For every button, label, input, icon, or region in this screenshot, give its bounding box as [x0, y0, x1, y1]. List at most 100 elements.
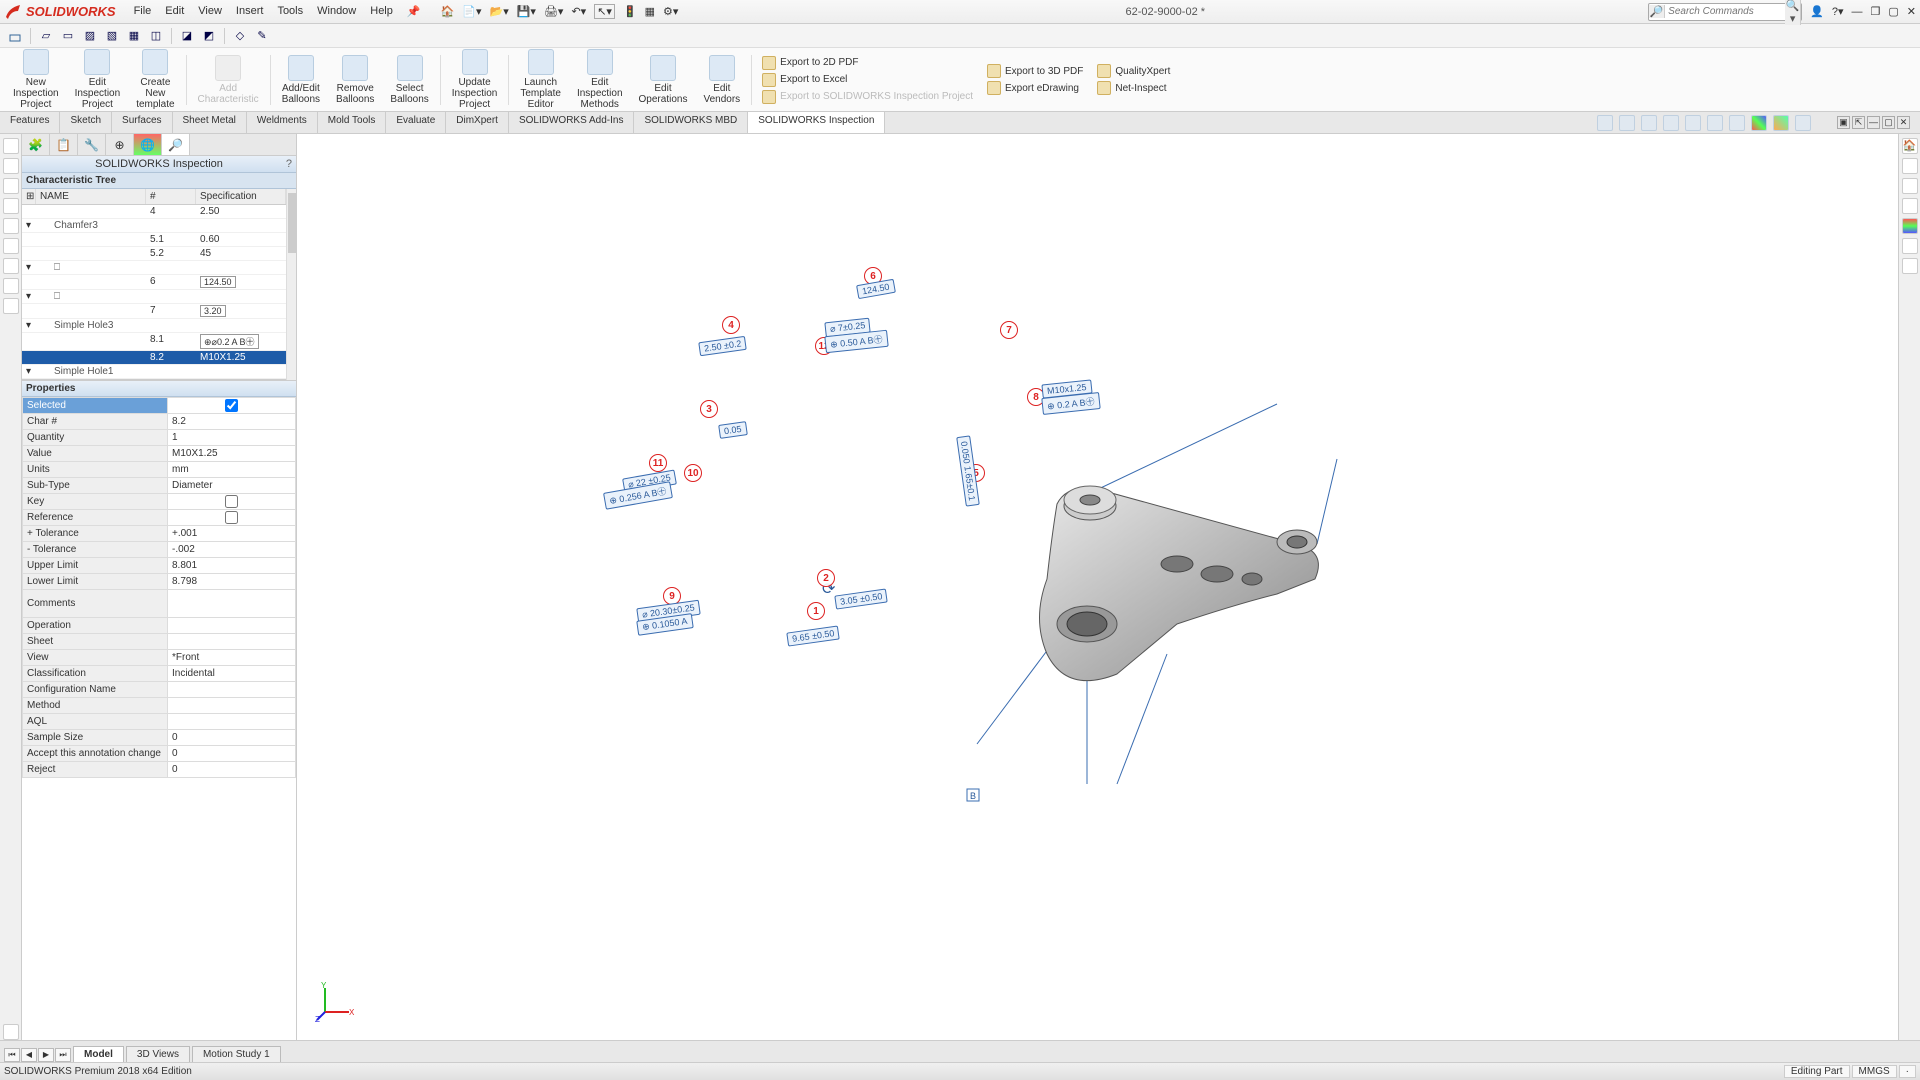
- feature-tab[interactable]: Surfaces: [112, 112, 172, 133]
- tree-row[interactable]: 6 124.50: [22, 275, 286, 290]
- select-icon[interactable]: ↖▾: [594, 4, 615, 19]
- property-value[interactable]: M10X1.25: [168, 446, 296, 462]
- ribbon-button[interactable]: RemoveBalloons: [329, 52, 381, 108]
- pin-icon[interactable]: 📌: [407, 5, 421, 18]
- col-name[interactable]: NAME: [36, 189, 146, 204]
- viewport-link-icon[interactable]: ⇱: [1852, 116, 1865, 129]
- zoom-area-icon[interactable]: [1619, 115, 1635, 131]
- tree-row[interactable]: 8.2 M10X1.25: [22, 351, 286, 365]
- property-value[interactable]: *Front: [168, 650, 296, 666]
- characteristic-tree[interactable]: ⊞ NAME # Specification 4 2.50 ▾ Chamfer3…: [22, 189, 286, 380]
- search-input[interactable]: [1665, 6, 1785, 17]
- tree-row[interactable]: 4 2.50: [22, 205, 286, 219]
- ribbon-link[interactable]: Export to Excel: [762, 73, 973, 87]
- maximize-icon[interactable]: ▢: [1888, 5, 1898, 18]
- ribbon-button[interactable]: SelectBalloons: [383, 52, 435, 108]
- feature-tab[interactable]: DimXpert: [446, 112, 509, 133]
- balloon[interactable]: 2: [817, 569, 835, 587]
- qtool-5[interactable]: ▧: [103, 27, 121, 45]
- ribbon-button[interactable]: CreateNewtemplate: [129, 46, 181, 113]
- section-icon[interactable]: [1663, 115, 1679, 131]
- leftrail-icon[interactable]: [3, 218, 19, 234]
- panel-tab[interactable]: 🧩: [22, 134, 50, 155]
- ribbon-link[interactable]: Export to 3D PDF: [987, 64, 1083, 78]
- feature-tab[interactable]: SOLIDWORKS MBD: [634, 112, 748, 133]
- menu-tools[interactable]: Tools: [277, 5, 303, 18]
- feature-tab[interactable]: Weldments: [247, 112, 318, 133]
- tree-row[interactable]: ▾ ⎕: [22, 261, 286, 275]
- leftrail-icon[interactable]: [3, 138, 19, 154]
- qtool-9[interactable]: ◩: [200, 27, 218, 45]
- col-spec[interactable]: Specification: [196, 189, 286, 204]
- qtool-10[interactable]: ◇: [231, 27, 249, 45]
- rightrail-icon[interactable]: 🏠: [1902, 138, 1918, 154]
- user-icon[interactable]: 👤: [1810, 5, 1824, 18]
- property-value[interactable]: [168, 398, 296, 414]
- rightrail-icon[interactable]: [1902, 238, 1918, 254]
- property-value[interactable]: mm: [168, 462, 296, 478]
- tree-row[interactable]: 8.1 ⊕⌀0.2 A B㊉: [22, 333, 286, 351]
- property-value[interactable]: [168, 698, 296, 714]
- tree-row[interactable]: ▾ Simple Hole3: [22, 319, 286, 333]
- menu-file[interactable]: File: [134, 5, 152, 18]
- search-commands[interactable]: 🔎 🔍▾: [1648, 3, 1802, 21]
- options-icon[interactable]: ▦: [645, 5, 655, 18]
- feature-tab[interactable]: SOLIDWORKS Inspection: [748, 112, 885, 133]
- col-num[interactable]: #: [146, 189, 196, 204]
- leftrail-icon[interactable]: [3, 238, 19, 254]
- leftrail-icon[interactable]: [3, 278, 19, 294]
- balloon[interactable]: 7: [1000, 321, 1018, 339]
- property-value[interactable]: 0: [168, 746, 296, 762]
- tab-model[interactable]: Model: [73, 1046, 124, 1062]
- ribbon-button[interactable]: EditInspectionMethods: [570, 46, 630, 113]
- balloon[interactable]: 11: [649, 454, 667, 472]
- prev-view-icon[interactable]: [1641, 115, 1657, 131]
- save-icon[interactable]: 💾▾: [517, 5, 536, 18]
- viewport[interactable]: B ⟳ 123456789101112124.502.50 ±0.2⌀ 7±0.…: [297, 134, 1898, 1040]
- render-icon[interactable]: [1795, 115, 1811, 131]
- property-value[interactable]: [168, 510, 296, 526]
- qtool-8[interactable]: ◪: [178, 27, 196, 45]
- property-checkbox[interactable]: [225, 511, 238, 524]
- rightrail-icon[interactable]: [1902, 218, 1918, 234]
- property-value[interactable]: -.002: [168, 542, 296, 558]
- tree-row[interactable]: ▾ ⎕: [22, 290, 286, 304]
- rightrail-icon[interactable]: [1902, 198, 1918, 214]
- feature-tab[interactable]: Features: [0, 112, 60, 133]
- qtool-6[interactable]: ▦: [125, 27, 143, 45]
- panel-tab[interactable]: 🔧: [78, 134, 106, 155]
- property-value[interactable]: 0: [168, 730, 296, 746]
- ribbon-button[interactable]: EditVendors: [696, 52, 747, 108]
- tree-row[interactable]: 5.1 0.60: [22, 233, 286, 247]
- property-value[interactable]: +.001: [168, 526, 296, 542]
- balloon[interactable]: 3: [700, 400, 718, 418]
- leftrail-icon[interactable]: [3, 258, 19, 274]
- property-value[interactable]: 8.798: [168, 574, 296, 590]
- leftrail-icon[interactable]: [3, 1024, 19, 1040]
- ribbon-link[interactable]: QualityXpert: [1097, 64, 1170, 78]
- tab-3dviews[interactable]: 3D Views: [126, 1046, 190, 1062]
- panel-tab[interactable]: 📋: [50, 134, 78, 155]
- leftrail-icon[interactable]: [3, 198, 19, 214]
- ribbon-button[interactable]: EditOperations: [632, 52, 695, 108]
- help-icon[interactable]: ?▾: [1832, 5, 1844, 18]
- zoom-fit-icon[interactable]: [1597, 115, 1613, 131]
- ribbon-link[interactable]: Export to 2D PDF: [762, 56, 973, 70]
- rightrail-icon[interactable]: [1902, 158, 1918, 174]
- ribbon-link[interactable]: Net-Inspect: [1097, 81, 1170, 95]
- ribbon-button[interactable]: UpdateInspectionProject: [445, 46, 505, 113]
- close-icon[interactable]: ✕: [1907, 5, 1916, 18]
- appearance-icon[interactable]: [1751, 115, 1767, 131]
- scrollbar[interactable]: [286, 189, 296, 380]
- viewport-close-icon[interactable]: ✕: [1897, 116, 1910, 129]
- property-checkbox[interactable]: [225, 495, 238, 508]
- ribbon-link[interactable]: Export eDrawing: [987, 81, 1083, 95]
- panel-tab[interactable]: 🌐: [134, 134, 162, 155]
- property-value[interactable]: 8.2: [168, 414, 296, 430]
- property-value[interactable]: [168, 714, 296, 730]
- panel-tab[interactable]: ⊕: [106, 134, 134, 155]
- minimize-icon[interactable]: —: [1852, 6, 1863, 18]
- menu-edit[interactable]: Edit: [165, 5, 184, 18]
- qtool-4[interactable]: ▨: [81, 27, 99, 45]
- property-value[interactable]: Diameter: [168, 478, 296, 494]
